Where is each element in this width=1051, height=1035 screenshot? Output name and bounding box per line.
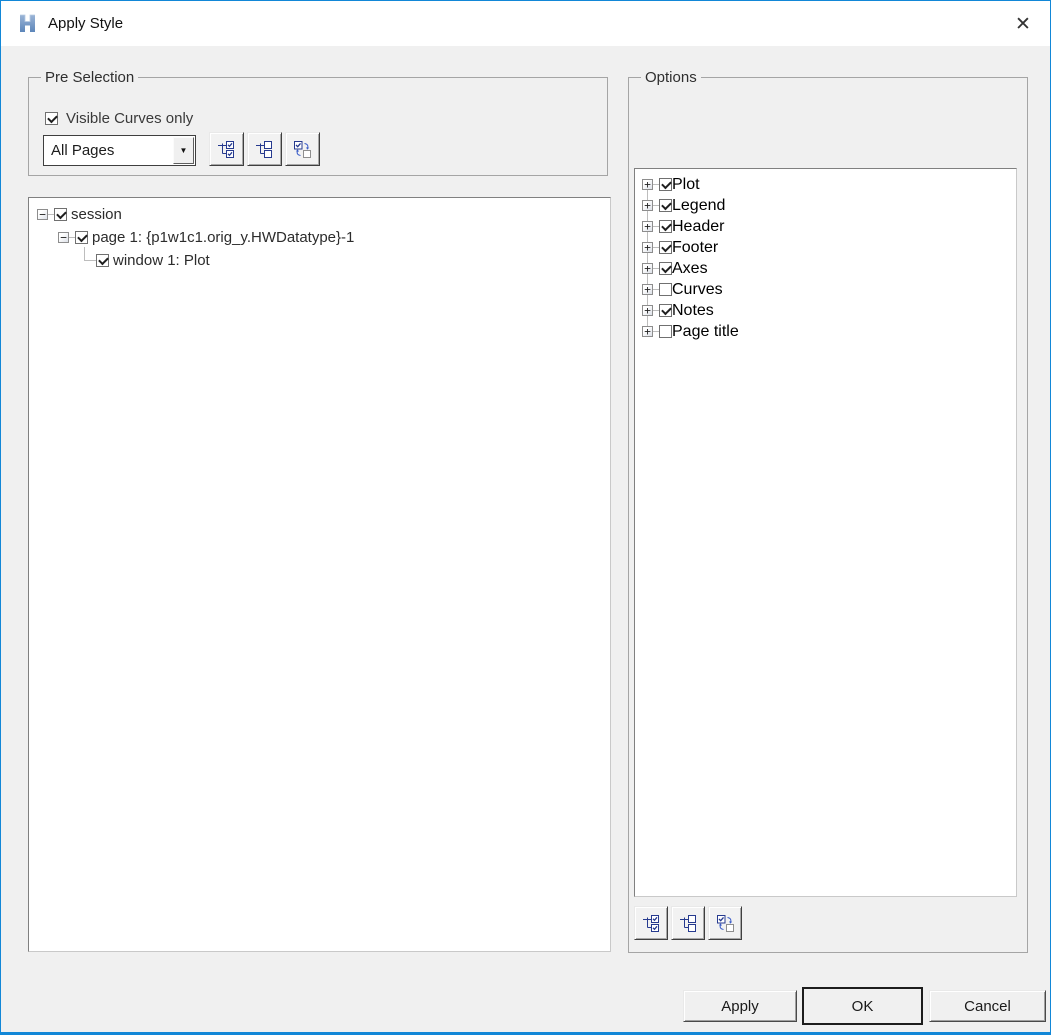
session-item-label[interactable]: session <box>71 206 122 223</box>
cancel-button-label: Cancel <box>964 997 1011 1015</box>
page-scope-combobox[interactable]: All Pages ▼ <box>43 135 196 166</box>
tree-uncheck-all-icon <box>679 914 696 932</box>
options-item-label[interactable]: Footer <box>672 239 718 257</box>
close-button[interactable]: ✕ <box>1006 8 1040 40</box>
visible-curves-checkbox[interactable] <box>45 112 58 125</box>
check-all-button[interactable] <box>209 132 244 166</box>
options-tree-item-page-title[interactable]: + Page title <box>635 321 1016 342</box>
session-tree-item-page[interactable]: − page 1: {p1w1c1.orig_y.HWDatatype}-1 <box>29 226 610 249</box>
collapse-icon[interactable]: − <box>58 232 69 243</box>
options-invert-selection-button[interactable] <box>708 906 742 940</box>
window-title: Apply Style <box>48 15 124 32</box>
invert-selection-button[interactable] <box>285 132 320 166</box>
apply-button-label: Apply <box>721 997 759 1015</box>
expand-icon[interactable]: + <box>642 326 653 337</box>
page-item-label[interactable]: page 1: {p1w1c1.orig_y.HWDatatype}-1 <box>92 229 354 246</box>
options-item-label[interactable]: Plot <box>672 176 700 194</box>
invert-selection-icon <box>716 914 734 932</box>
apply-style-dialog: Apply Style ✕ Pre Selection Visible Curv… <box>0 0 1051 1035</box>
options-tree-panel: + Plot + Legend + Header + Footer + Axes… <box>634 168 1017 897</box>
ok-button-label: OK <box>851 997 874 1015</box>
plot-checkbox[interactable] <box>659 178 672 191</box>
tree-check-all-icon <box>218 140 234 158</box>
curves-checkbox[interactable] <box>659 283 672 296</box>
hyperworks-logo-icon <box>20 14 35 32</box>
options-tree-item-footer[interactable]: + Footer <box>635 237 1016 258</box>
apply-button[interactable]: Apply <box>683 990 797 1022</box>
session-checkbox[interactable] <box>54 208 67 221</box>
titlebar[interactable]: Apply Style ✕ <box>1 1 1050 46</box>
visible-curves-label: Visible Curves only <box>66 110 194 127</box>
invert-selection-icon <box>294 140 311 158</box>
ok-button[interactable]: OK <box>802 987 923 1025</box>
options-tree-item-legend[interactable]: + Legend <box>635 195 1016 216</box>
window-item-label[interactable]: window 1: Plot <box>113 252 210 269</box>
combobox-dropdown-button[interactable]: ▼ <box>173 137 194 164</box>
expand-icon[interactable]: + <box>642 284 653 295</box>
close-icon: ✕ <box>1015 13 1031 35</box>
visible-curves-row: Visible Curves only <box>45 110 193 127</box>
page-checkbox[interactable] <box>75 231 88 244</box>
tree-check-all-icon <box>642 914 659 932</box>
header-checkbox[interactable] <box>659 220 672 233</box>
options-tree-item-plot[interactable]: + Plot <box>635 174 1016 195</box>
options-tree-item-curves[interactable]: + Curves <box>635 279 1016 300</box>
session-tree-item-window[interactable]: window 1: Plot <box>29 247 610 272</box>
cancel-button[interactable]: Cancel <box>929 990 1046 1022</box>
options-check-all-button[interactable] <box>634 906 668 940</box>
expand-icon[interactable]: + <box>642 200 653 211</box>
options-uncheck-all-button[interactable] <box>671 906 705 940</box>
uncheck-all-button[interactable] <box>247 132 282 166</box>
options-tree-item-header[interactable]: + Header <box>635 216 1016 237</box>
expand-icon[interactable]: + <box>642 305 653 316</box>
dropdown-arrow-icon: ▼ <box>179 146 188 155</box>
collapse-icon[interactable]: − <box>37 209 48 220</box>
notes-checkbox[interactable] <box>659 304 672 317</box>
session-tree-item-session[interactable]: − session <box>29 203 610 226</box>
axes-checkbox[interactable] <box>659 262 672 275</box>
tree-elbow-connector <box>79 247 91 272</box>
options-group-label: Options <box>641 69 701 86</box>
options-item-label[interactable]: Page title <box>672 323 739 341</box>
options-item-label[interactable]: Curves <box>672 281 723 299</box>
legend-checkbox[interactable] <box>659 199 672 212</box>
options-item-label[interactable]: Notes <box>672 302 714 320</box>
session-tree-panel: − session − page 1: {p1w1c1.orig_y.HWDat… <box>28 197 611 952</box>
options-tree-item-notes[interactable]: + Notes <box>635 300 1016 321</box>
options-item-label[interactable]: Header <box>672 218 724 236</box>
combobox-value: All Pages <box>51 142 115 159</box>
expand-icon[interactable]: + <box>642 221 653 232</box>
pre-selection-group-label: Pre Selection <box>41 69 139 86</box>
options-item-label[interactable]: Axes <box>672 260 708 278</box>
footer-checkbox[interactable] <box>659 241 672 254</box>
tree-uncheck-all-icon <box>256 140 272 158</box>
expand-icon[interactable]: + <box>642 179 653 190</box>
options-item-label[interactable]: Legend <box>672 197 725 215</box>
options-tree-item-axes[interactable]: + Axes <box>635 258 1016 279</box>
expand-icon[interactable]: + <box>642 263 653 274</box>
window-checkbox[interactable] <box>96 254 109 267</box>
expand-icon[interactable]: + <box>642 242 653 253</box>
page-title-checkbox[interactable] <box>659 325 672 338</box>
